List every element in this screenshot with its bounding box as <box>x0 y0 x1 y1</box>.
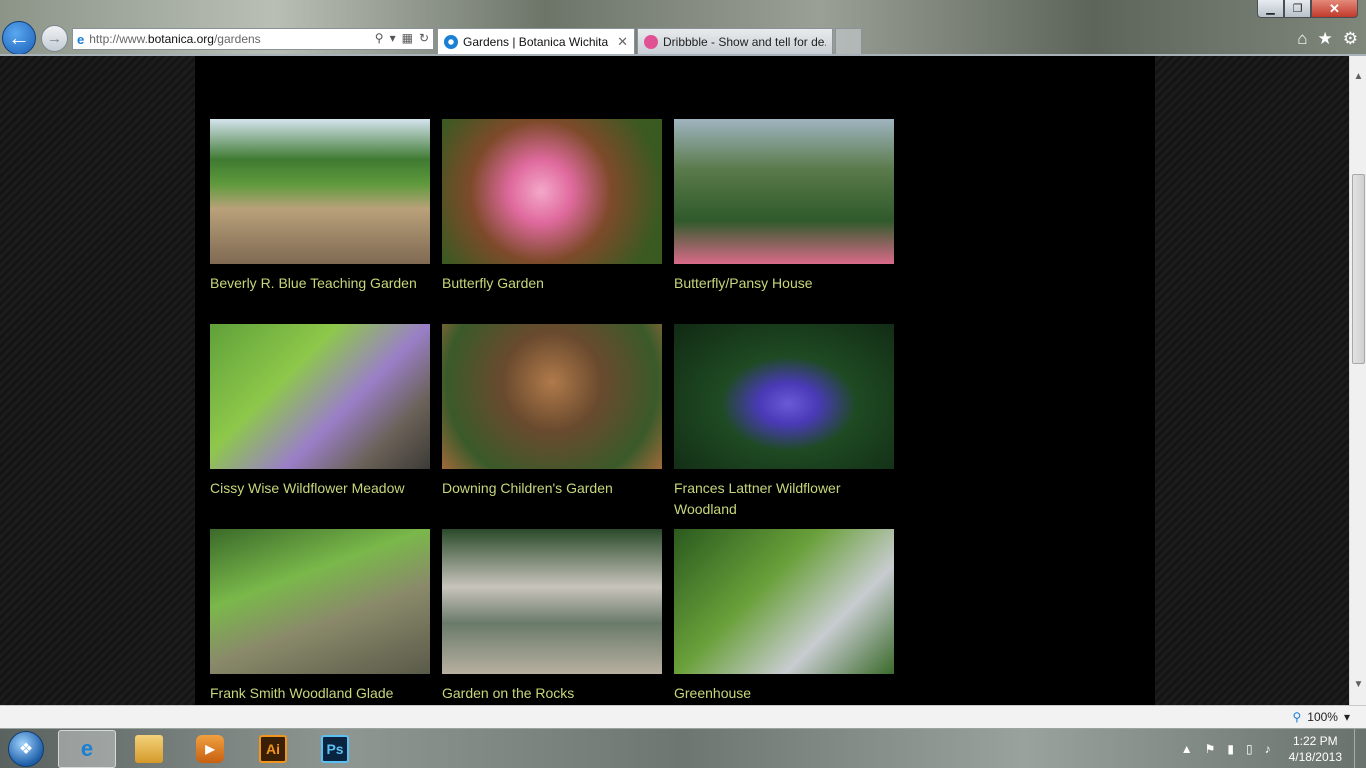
media-player-icon: ▶ <box>196 735 224 763</box>
garden-tile-garden-on-the-rocks[interactable]: Garden on the Rocks <box>442 529 662 704</box>
clock-time: 1:22 PM <box>1292 734 1338 748</box>
taskbar-internet-explorer[interactable]: e <box>58 730 116 768</box>
garden-photo[interactable] <box>210 119 430 264</box>
garden-caption[interactable]: Greenhouse <box>674 683 894 704</box>
garden-photo[interactable] <box>210 529 430 674</box>
garden-tile-greenhouse[interactable]: Greenhouse <box>674 529 894 704</box>
star-icon[interactable]: ★ <box>1318 29 1333 49</box>
chevron-down-icon[interactable]: ▼ <box>1350 676 1366 693</box>
tab-close-icon[interactable]: ✕ <box>617 34 628 50</box>
minimize-button[interactable]: ▁ <box>1257 0 1284 18</box>
vertical-scrollbar[interactable]: ▲ ▼ <box>1349 56 1366 705</box>
system-tray: ▲ ⚑ ▮ ▯ ♪ 1:22 PM 4/18/2013 <box>1181 729 1366 768</box>
scrollbar-thumb[interactable] <box>1352 174 1365 364</box>
start-button[interactable]: ❖ <box>8 731 44 767</box>
restore-button[interactable]: ❐ <box>1284 0 1311 18</box>
taskbar-clock[interactable]: 1:22 PM 4/18/2013 <box>1289 733 1342 765</box>
close-button[interactable]: ✕ <box>1311 0 1358 18</box>
volume-icon[interactable]: ♪ <box>1265 742 1271 756</box>
magnifier-icon: ⚲ <box>1292 710 1302 724</box>
status-bar: ⚲ 100% ▾ <box>0 705 1366 728</box>
taskbar-file-explorer[interactable] <box>120 730 178 768</box>
browser-chrome: ▁ ❐ ✕ ← → e http://www. botanica.org/gard… <box>0 0 1366 56</box>
garden-caption[interactable]: Butterfly/Pansy House <box>674 273 894 294</box>
address-tools: ⚲ ▾ ▦ ↻ <box>375 31 429 45</box>
garden-tile-downing-childrens[interactable]: Downing Children's Garden <box>442 324 662 499</box>
url-scheme: http://www. <box>89 32 148 46</box>
garden-photo[interactable] <box>210 324 430 469</box>
dropdown-arrow-icon[interactable]: ▾ <box>390 31 396 45</box>
zoom-level: 100% <box>1307 710 1338 724</box>
ie-page-icon: e <box>77 31 85 47</box>
garden-caption[interactable]: Cissy Wise Wildflower Meadow <box>210 478 430 499</box>
address-bar[interactable]: e http://www. botanica.org/gardens ⚲ ▾ ▦ … <box>72 28 434 50</box>
url-path: /gardens <box>213 32 261 46</box>
garden-tile-beverly-r-blue[interactable]: Beverly R. Blue Teaching Garden <box>210 119 430 294</box>
chevron-up-icon[interactable]: ▲ <box>1350 68 1366 85</box>
tab-label: Gardens | Botanica Wichita <box>463 34 609 49</box>
tab-label: Dribbble - Show and tell for de... <box>663 34 826 49</box>
clock-date: 4/18/2013 <box>1288 750 1342 764</box>
photoshop-icon: Ps <box>321 735 349 763</box>
tab-dribbble[interactable]: Dribbble - Show and tell for de... <box>637 28 833 54</box>
action-center-flag-icon[interactable]: ⚑ <box>1205 742 1216 756</box>
garden-photo[interactable] <box>442 324 662 469</box>
content-panel: Beverly R. Blue Teaching Garden Butterfl… <box>195 56 1155 705</box>
network-signal-icon[interactable]: ▯ <box>1246 742 1253 756</box>
zoom-control[interactable]: ⚲ 100% ▾ <box>1292 710 1350 724</box>
garden-caption[interactable]: Beverly R. Blue Teaching Garden <box>210 273 430 294</box>
command-icons: ⌂ ★ ⚙ <box>1297 29 1358 49</box>
garden-tile-butterfly-garden[interactable]: Butterfly Garden <box>442 119 662 294</box>
arrow-right-icon: → <box>47 30 62 47</box>
garden-tile-frances-lattner[interactable]: Frances Lattner Wildflower Woodland <box>674 324 894 520</box>
garden-caption[interactable]: Downing Children's Garden <box>442 478 662 499</box>
garden-caption[interactable]: Frances Lattner Wildflower Woodland <box>674 478 894 520</box>
taskbar: ❖ e ▶ Ai Ps ▲ ⚑ ▮ ▯ ♪ 1:22 PM 4/18/2013 <box>0 728 1366 768</box>
garden-photo[interactable] <box>674 529 894 674</box>
window-controls: ▁ ❐ ✕ <box>1257 0 1358 18</box>
garden-photo[interactable] <box>674 324 894 469</box>
garden-photo[interactable] <box>442 529 662 674</box>
home-icon[interactable]: ⌂ <box>1297 29 1307 49</box>
illustrator-icon: Ai <box>259 735 287 763</box>
back-button[interactable]: ← <box>2 21 36 55</box>
internet-explorer-icon: e <box>80 736 94 761</box>
dropdown-arrow-icon[interactable]: ▾ <box>1344 710 1350 724</box>
garden-caption[interactable]: Butterfly Garden <box>442 273 662 294</box>
ie-favicon-icon <box>444 34 458 49</box>
arrow-left-icon: ← <box>8 25 30 50</box>
show-desktop-button[interactable] <box>1354 729 1366 768</box>
taskbar-photoshop[interactable]: Ps <box>306 730 364 768</box>
tray-icons: ▲ ⚑ ▮ ▯ ♪ <box>1181 742 1271 756</box>
forward-button[interactable]: → <box>41 25 68 52</box>
garden-tile-frank-smith[interactable]: Frank Smith Woodland Glade <box>210 529 430 704</box>
tab-gardens[interactable]: Gardens | Botanica Wichita ✕ <box>437 28 635 54</box>
garden-tile-butterfly-pansy-house[interactable]: Butterfly/Pansy House <box>674 119 894 294</box>
search-icon[interactable]: ⚲ <box>375 31 384 45</box>
new-tab-button[interactable] <box>835 28 862 54</box>
dribbble-favicon-icon <box>644 34 658 49</box>
taskbar-media-player[interactable]: ▶ <box>181 730 239 768</box>
garden-photo[interactable] <box>674 119 894 264</box>
url-host: botanica.org <box>147 32 214 46</box>
refresh-icon[interactable]: ↻ <box>419 31 429 45</box>
garden-tile-cissy-wise[interactable]: Cissy Wise Wildflower Meadow <box>210 324 430 499</box>
gear-icon[interactable]: ⚙ <box>1343 29 1358 49</box>
show-hidden-icons-icon[interactable]: ▲ <box>1181 742 1193 756</box>
garden-caption[interactable]: Garden on the Rocks <box>442 683 662 704</box>
folder-icon <box>135 735 163 763</box>
garden-photo[interactable] <box>442 119 662 264</box>
battery-icon[interactable]: ▮ <box>1227 742 1234 756</box>
compatibility-view-icon[interactable]: ▦ <box>402 31 413 45</box>
garden-caption[interactable]: Frank Smith Woodland Glade <box>210 683 430 704</box>
page-viewport: Beverly R. Blue Teaching Garden Butterfl… <box>0 56 1349 705</box>
taskbar-illustrator[interactable]: Ai <box>244 730 302 768</box>
windows-logo-icon: ❖ <box>18 741 34 758</box>
